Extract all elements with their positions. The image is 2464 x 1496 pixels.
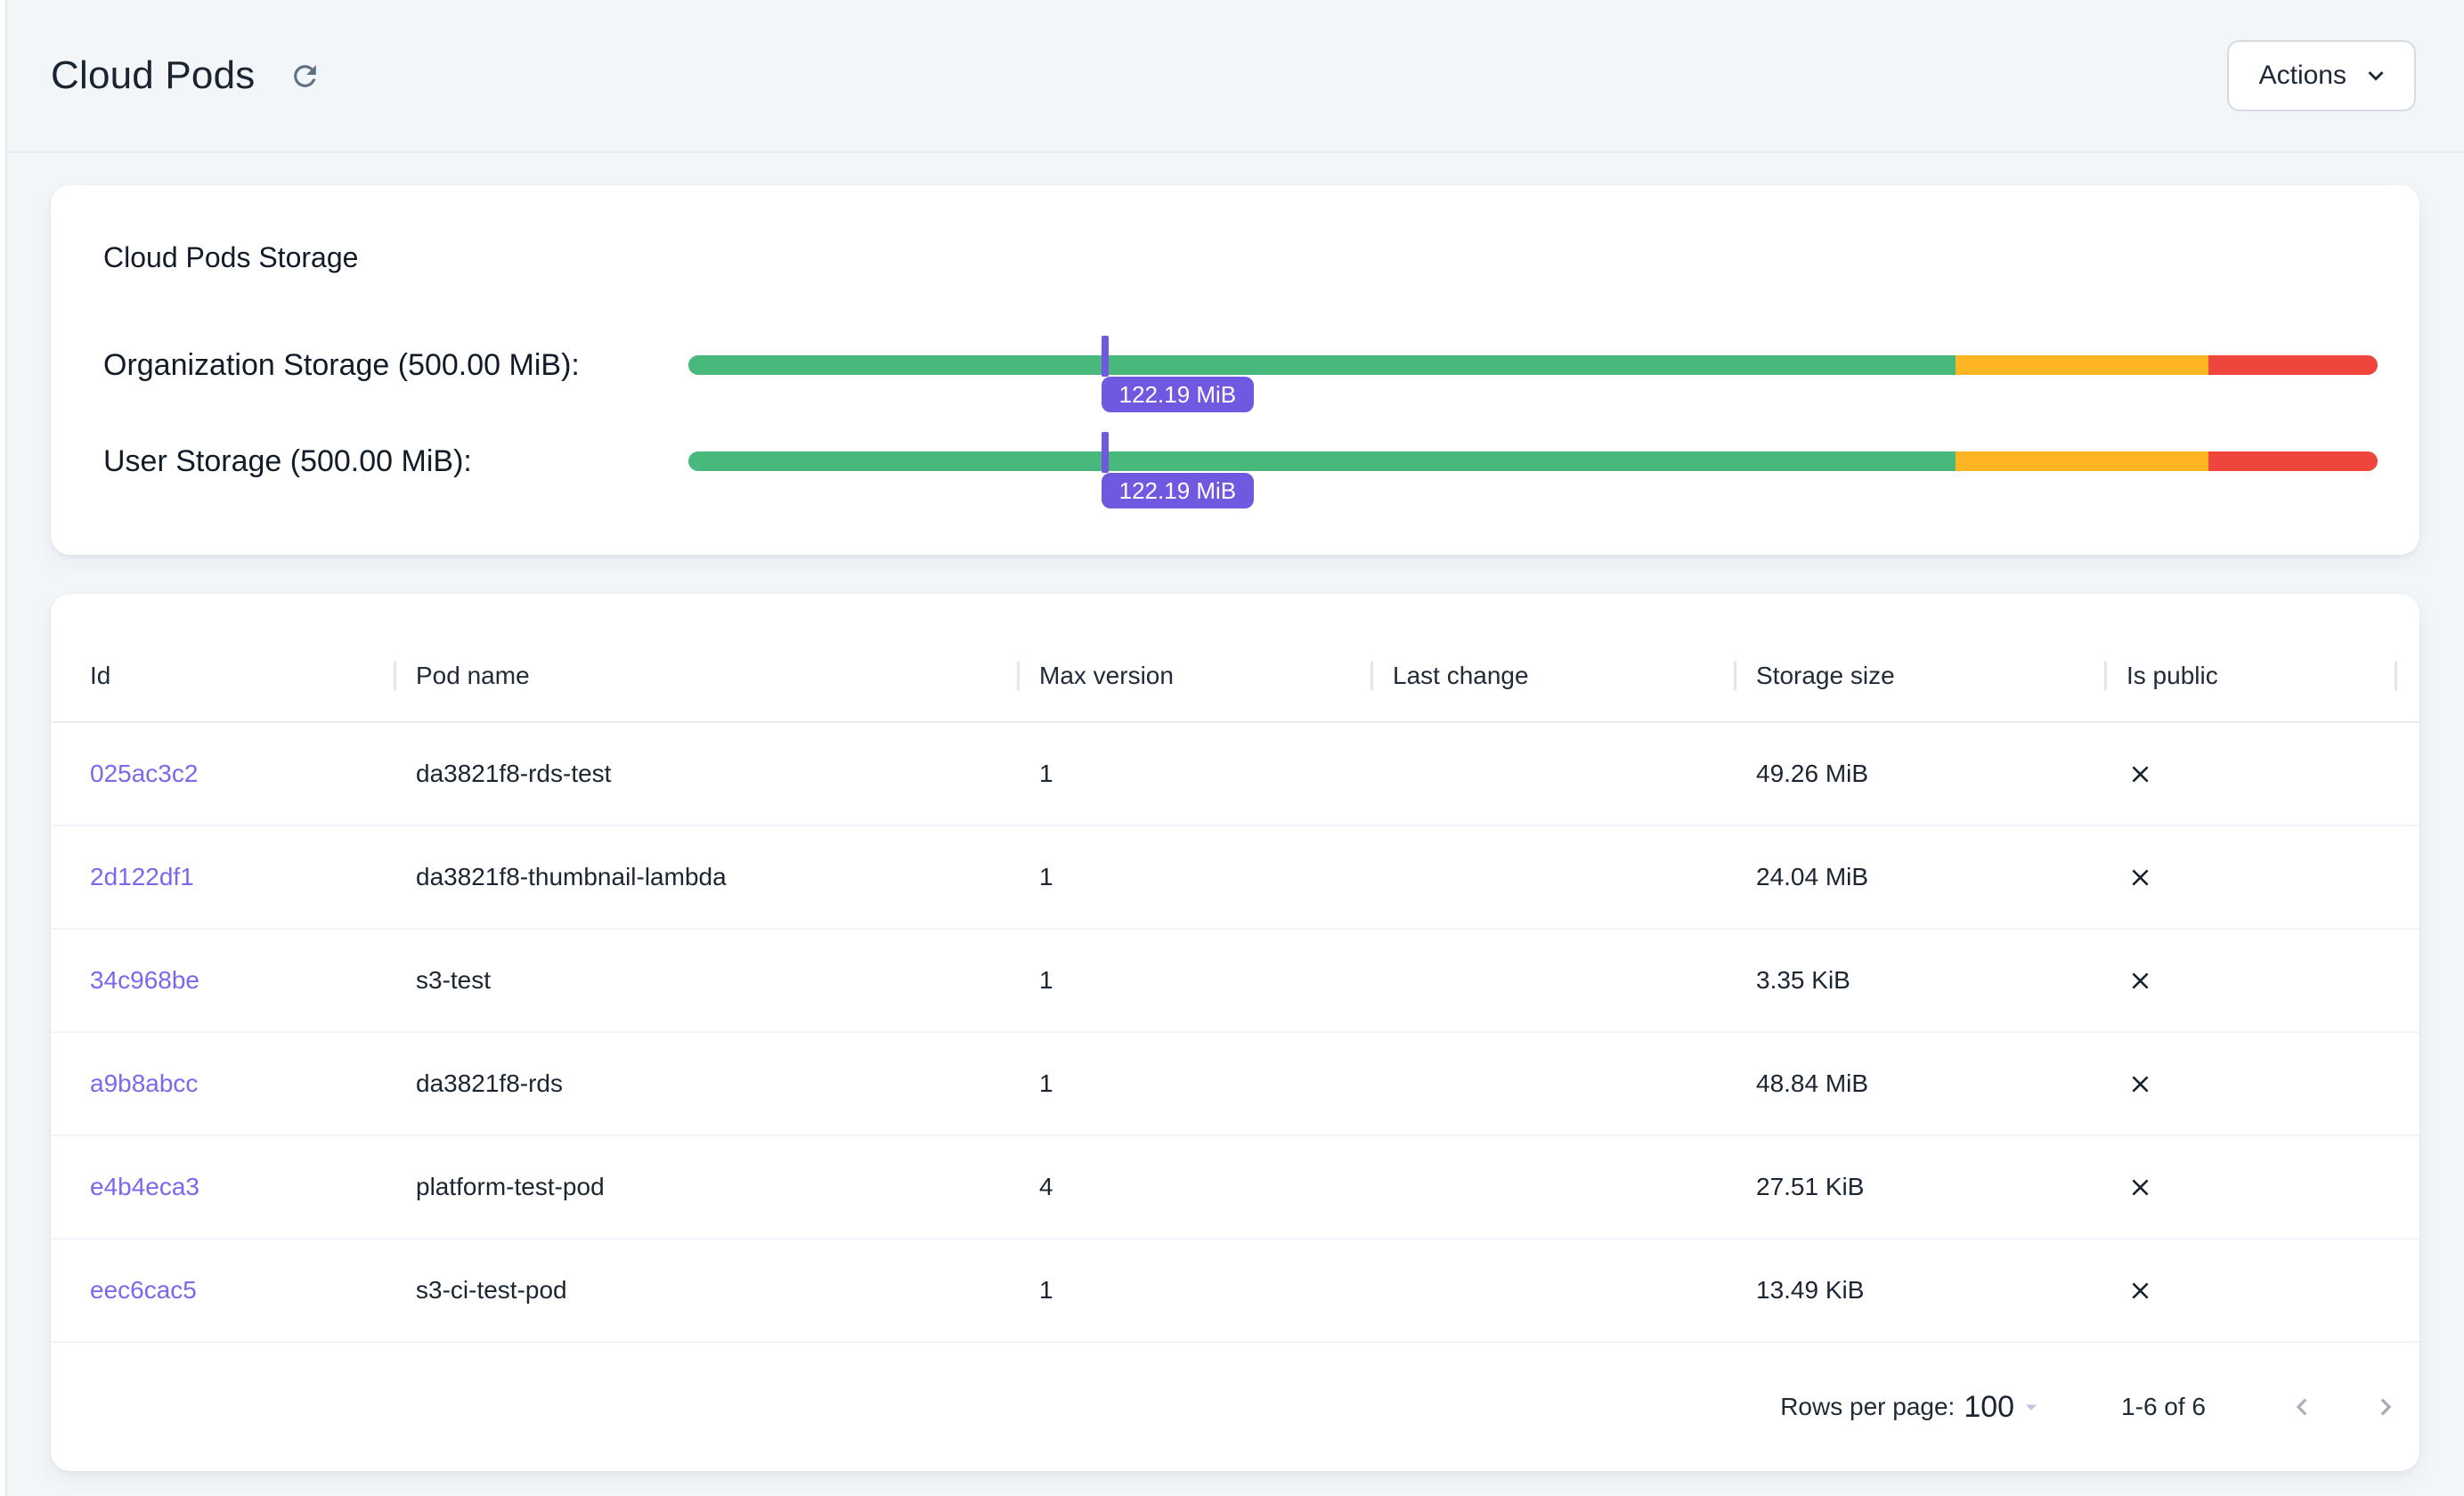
storage-zone-amber bbox=[1956, 355, 2209, 375]
is-public-cell bbox=[2107, 864, 2397, 891]
organization-storage-bar: 122.19 MiB bbox=[688, 355, 2378, 375]
is-public-cell bbox=[2107, 1174, 2397, 1201]
actions-button-label: Actions bbox=[2259, 61, 2346, 91]
pod-name-cell: s3-test bbox=[396, 966, 1020, 995]
table-header-row: Id Pod name Max version Last change Stor… bbox=[51, 594, 2419, 723]
sidebar-edge bbox=[0, 0, 7, 1496]
chevron-left-icon bbox=[2285, 1390, 2319, 1424]
pod-id-link[interactable]: 025ac3c2 bbox=[90, 760, 198, 787]
close-icon bbox=[2127, 864, 2154, 891]
max-version-cell: 4 bbox=[1020, 1173, 1373, 1201]
organization-storage-label: Organization Storage (500.00 MiB): bbox=[103, 348, 688, 383]
pod-name-cell: da3821f8-rds bbox=[396, 1069, 1020, 1098]
column-header-last-change[interactable]: Last change bbox=[1373, 630, 1736, 721]
storage-bar-track bbox=[688, 355, 2378, 375]
pod-id-link[interactable]: e4b4eca3 bbox=[90, 1173, 199, 1200]
max-version-cell: 1 bbox=[1020, 1276, 1373, 1305]
storage-size-cell: 24.04 MiB bbox=[1736, 863, 2107, 891]
close-icon bbox=[2127, 1174, 2154, 1201]
storage-bar-track bbox=[688, 451, 2378, 471]
pod-id-link[interactable]: 34c968be bbox=[90, 966, 199, 994]
chevron-down-icon bbox=[2361, 61, 2391, 91]
pod-id-link[interactable]: a9b8abcc bbox=[90, 1069, 198, 1097]
storage-usage-marker bbox=[1102, 336, 1109, 377]
storage-usage-tooltip: 122.19 MiB bbox=[1102, 473, 1255, 508]
close-icon bbox=[2127, 967, 2154, 995]
chevron-right-icon bbox=[2369, 1390, 2403, 1424]
column-header-id[interactable]: Id bbox=[51, 630, 396, 721]
storage-card: Cloud Pods Storage Organization Storage … bbox=[51, 185, 2419, 555]
page-title: Cloud Pods bbox=[51, 53, 255, 98]
storage-zone-green bbox=[688, 355, 1956, 375]
refresh-button[interactable] bbox=[281, 53, 328, 99]
close-icon bbox=[2127, 1277, 2154, 1305]
max-version-cell: 1 bbox=[1020, 760, 1373, 788]
storage-card-title: Cloud Pods Storage bbox=[103, 239, 2378, 276]
rows-per-page-select[interactable]: 100 bbox=[1964, 1390, 2045, 1425]
storage-size-cell: 49.26 MiB bbox=[1736, 760, 2107, 788]
close-icon bbox=[2127, 760, 2154, 788]
table-row: 34c968be s3-test 1 3.35 KiB bbox=[51, 930, 2419, 1033]
max-version-cell: 1 bbox=[1020, 863, 1373, 891]
table-row: e4b4eca3 platform-test-pod 4 27.51 KiB bbox=[51, 1136, 2419, 1240]
storage-size-cell: 48.84 MiB bbox=[1736, 1069, 2107, 1098]
rows-per-page-label: Rows per page: bbox=[1780, 1393, 1955, 1421]
close-icon bbox=[2127, 1070, 2154, 1098]
page-header: Cloud Pods Actions bbox=[7, 0, 2464, 153]
user-storage-row: User Storage (500.00 MiB): 122.19 MiB bbox=[103, 435, 2378, 488]
rows-per-page-value: 100 bbox=[1964, 1390, 2014, 1425]
is-public-cell bbox=[2107, 1277, 2397, 1305]
storage-zone-amber bbox=[1956, 451, 2209, 471]
max-version-cell: 1 bbox=[1020, 966, 1373, 995]
storage-size-cell: 3.35 KiB bbox=[1736, 966, 2107, 995]
pod-name-cell: s3-ci-test-pod bbox=[396, 1276, 1020, 1305]
user-storage-bar: 122.19 MiB bbox=[688, 451, 2378, 471]
pod-name-cell: platform-test-pod bbox=[396, 1173, 1020, 1201]
cloud-pods-table-card: Id Pod name Max version Last change Stor… bbox=[51, 594, 2419, 1471]
table-row: 2d122df1 da3821f8-thumbnail-lambda 1 24.… bbox=[51, 826, 2419, 930]
user-storage-label: User Storage (500.00 MiB): bbox=[103, 444, 688, 479]
storage-zone-green bbox=[688, 451, 1956, 471]
pod-id-link[interactable]: 2d122df1 bbox=[90, 863, 194, 890]
next-page-button[interactable] bbox=[2364, 1386, 2407, 1428]
pod-id-link[interactable]: eec6cac5 bbox=[90, 1276, 197, 1304]
pagination-range-label: 1-6 of 6 bbox=[2121, 1393, 2206, 1421]
storage-zone-red bbox=[2208, 451, 2378, 471]
refresh-icon bbox=[289, 60, 321, 93]
storage-zone-red bbox=[2208, 355, 2378, 375]
previous-page-button[interactable] bbox=[2281, 1386, 2323, 1428]
is-public-cell bbox=[2107, 760, 2397, 788]
pod-name-cell: da3821f8-thumbnail-lambda bbox=[396, 863, 1020, 891]
storage-usage-marker bbox=[1102, 432, 1109, 473]
dropdown-caret-icon bbox=[2018, 1394, 2045, 1420]
table-row: 025ac3c2 da3821f8-rds-test 1 49.26 MiB bbox=[51, 723, 2419, 826]
table-pagination: Rows per page: 100 1-6 of 6 bbox=[51, 1343, 2419, 1471]
column-header-storage-size[interactable]: Storage size bbox=[1736, 630, 2107, 721]
is-public-cell bbox=[2107, 1070, 2397, 1098]
pod-name-cell: da3821f8-rds-test bbox=[396, 760, 1020, 788]
max-version-cell: 1 bbox=[1020, 1069, 1373, 1098]
storage-size-cell: 27.51 KiB bbox=[1736, 1173, 2107, 1201]
column-header-max-version[interactable]: Max version bbox=[1020, 630, 1373, 721]
actions-button[interactable]: Actions bbox=[2227, 40, 2416, 111]
column-header-is-public[interactable]: Is public bbox=[2107, 630, 2397, 721]
is-public-cell bbox=[2107, 967, 2397, 995]
storage-usage-tooltip: 122.19 MiB bbox=[1102, 377, 1255, 412]
table-row: a9b8abcc da3821f8-rds 1 48.84 MiB bbox=[51, 1033, 2419, 1136]
storage-size-cell: 13.49 KiB bbox=[1736, 1276, 2107, 1305]
column-header-pod-name[interactable]: Pod name bbox=[396, 630, 1020, 721]
organization-storage-row: Organization Storage (500.00 MiB): 122.1… bbox=[103, 338, 2378, 392]
table-row: eec6cac5 s3-ci-test-pod 1 13.49 KiB bbox=[51, 1240, 2419, 1343]
